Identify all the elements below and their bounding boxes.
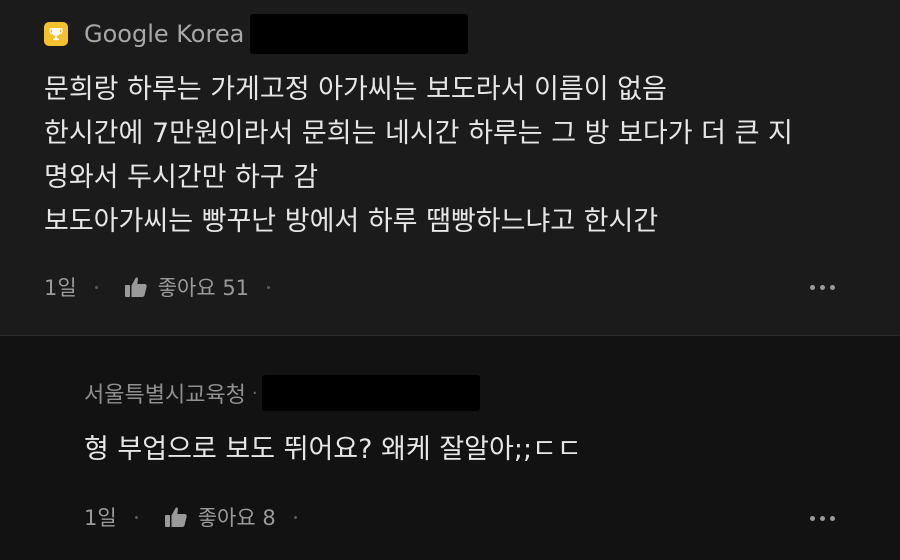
like-count: 좋아요 51: [157, 276, 250, 300]
comment-line: 명와서 두시간만 하구 감: [44, 162, 319, 193]
author-name[interactable]: Google Korea: [84, 20, 244, 48]
reply-body: 형 부업으로 보도 뛰어요? 왜케 잘알아;;ㄷㄷ: [84, 434, 582, 465]
more-horizontal-icon: [810, 285, 815, 290]
like-button[interactable]: 좋아요 51: [124, 272, 249, 302]
reply-actions: 1일 좋아요 8: [84, 500, 297, 534]
separator-dot: ·: [251, 382, 258, 404]
comment-body: 문희랑 하루는 가게고정 아가씨는 보도라서 이름이 없음 한시간에 7만원이라…: [44, 68, 884, 244]
trophy-icon: [44, 22, 68, 46]
like-button[interactable]: 좋아요 8: [164, 502, 276, 532]
comment-line: 한시간에 7만원이라서 문희는 네시간 하루는 그 방 보다가 더 큰 지: [44, 118, 793, 149]
comment-line: 문희랑 하루는 가게고정 아가씨는 보도라서 이름이 없음: [44, 74, 667, 105]
comment-thread: Google Korea 문희랑 하루는 가게고정 아가씨는 보도라서 이름이 …: [0, 0, 900, 560]
reply-author-name[interactable]: 서울특별시교육청: [84, 377, 246, 409]
reply-time: 1일: [84, 506, 117, 530]
reply-header: 서울특별시교육청 ·: [84, 375, 480, 411]
comment-header: Google Korea: [44, 14, 469, 54]
more-options-button[interactable]: [810, 285, 835, 290]
separator-dot: [134, 515, 138, 519]
separator-dot: [267, 285, 271, 289]
like-count: 좋아요 8: [197, 506, 276, 530]
comment-time: 1일: [44, 276, 77, 300]
reply-comment: 서울특별시교육청 · 형 부업으로 보도 뛰어요? 왜케 잘알아;;ㄷㄷ 1일 …: [0, 336, 900, 560]
comment-actions: 1일 좋아요 51: [44, 270, 271, 304]
main-comment: Google Korea 문희랑 하루는 가게고정 아가씨는 보도라서 이름이 …: [0, 0, 900, 335]
comment-line: 보도아가씨는 빵꾸난 방에서 하루 땜빵하느냐고 한시간: [44, 206, 659, 237]
thumbs-up-icon: [124, 277, 147, 297]
redacted-name: [261, 375, 480, 411]
more-horizontal-icon: [810, 516, 815, 521]
redacted-name: [250, 14, 469, 54]
separator-dot: [94, 285, 98, 289]
more-options-button[interactable]: [810, 516, 835, 521]
separator-dot: [293, 515, 297, 519]
thumbs-up-icon: [164, 507, 187, 527]
